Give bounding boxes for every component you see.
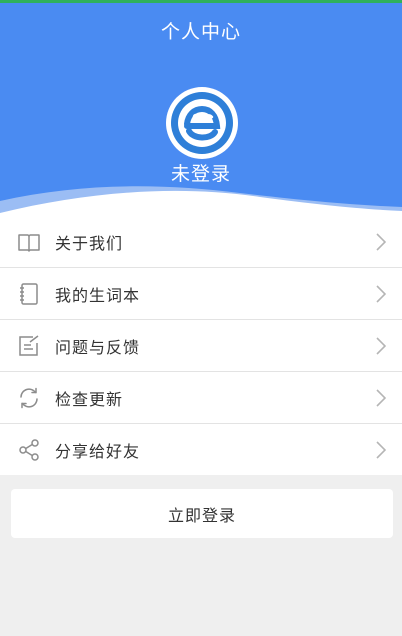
notebook-icon	[20, 283, 38, 305]
chevron-right-icon	[376, 233, 386, 251]
profile-screen: 个人中心 未登录 关于我们 我的生词本 问题与反馈 检查更新 分享给好友 立即登…	[0, 0, 402, 636]
login-now-button[interactable]: 立即登录	[11, 489, 393, 538]
profile-header: 个人中心 未登录	[0, 3, 402, 225]
chevron-right-icon	[376, 337, 386, 355]
book-icon	[18, 234, 40, 252]
app-logo-icon[interactable]	[165, 86, 239, 160]
menu-item-feedback[interactable]: 问题与反馈	[0, 320, 402, 372]
menu-item-label: 分享给好友	[55, 442, 141, 461]
menu-list: 关于我们 我的生词本 问题与反馈 检查更新 分享给好友	[0, 216, 402, 475]
chevron-right-icon	[376, 441, 386, 459]
menu-item-check-update[interactable]: 检查更新	[0, 372, 402, 424]
chevron-right-icon	[376, 389, 386, 407]
menu-item-label: 检查更新	[55, 390, 124, 409]
menu-item-label: 关于我们	[55, 234, 124, 253]
menu-item-about[interactable]: 关于我们	[0, 216, 402, 268]
menu-item-label: 问题与反馈	[55, 338, 141, 357]
share-icon	[19, 439, 39, 461]
refresh-icon	[20, 387, 38, 409]
menu-item-share[interactable]: 分享给好友	[0, 424, 402, 475]
chevron-right-icon	[376, 285, 386, 303]
edit-feedback-icon	[19, 335, 39, 356]
menu-item-vocabulary[interactable]: 我的生词本	[0, 268, 402, 320]
menu-item-label: 我的生词本	[55, 286, 141, 305]
page-title: 个人中心	[160, 21, 241, 43]
